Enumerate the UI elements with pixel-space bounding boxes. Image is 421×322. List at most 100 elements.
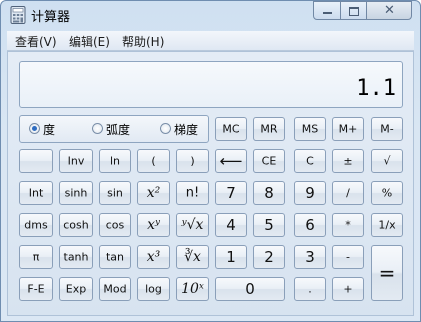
clear-entry-button[interactable]: CE — [253, 149, 285, 173]
maximize-button[interactable] — [340, 1, 367, 20]
square-button[interactable]: x² — [137, 181, 170, 205]
digit-4-button[interactable]: 4 — [215, 213, 247, 237]
key-label: x² — [146, 185, 161, 201]
radio-degrees-label: 度 — [43, 123, 56, 137]
key-label: 2 — [264, 248, 274, 266]
radio-gradians-indicator — [160, 123, 171, 134]
key-label: 10ˣ — [181, 281, 204, 297]
key-label: 1 — [226, 248, 236, 266]
left-paren-button[interactable]: ( — [137, 149, 170, 173]
exp-button[interactable]: Exp — [59, 277, 93, 301]
digit-0-button[interactable]: 0 — [215, 277, 285, 301]
key-label: % — [381, 186, 393, 200]
key-label: . — [308, 282, 312, 296]
ln-button[interactable]: ln — [99, 149, 131, 173]
key-label: Int — [28, 186, 44, 200]
digit-7-button[interactable]: 7 — [215, 181, 247, 205]
key-label: 1/x — [378, 218, 396, 232]
angle-unit-group: 度 弧度 梯度 — [19, 115, 209, 143]
key-label: ln — [109, 154, 121, 168]
mod-button[interactable]: Mod — [99, 277, 131, 301]
memory-clear-button[interactable]: MC — [215, 117, 247, 141]
key-label: 3 — [305, 248, 315, 266]
key-label: n! — [185, 185, 200, 201]
inv-button[interactable]: Inv — [59, 149, 93, 173]
key-label: M+ — [338, 122, 358, 136]
key-label: + — [343, 282, 353, 296]
cos-button[interactable]: cos — [99, 213, 131, 237]
key-label: 9 — [305, 184, 315, 202]
right-paren-button[interactable]: ) — [176, 149, 209, 173]
sinh-button[interactable]: sinh — [59, 181, 93, 205]
key-label: 7 — [226, 184, 236, 202]
y-root-button[interactable]: ʸ√x — [176, 213, 209, 237]
digit-5-button[interactable]: 5 — [253, 213, 285, 237]
calculator-app-icon — [10, 6, 26, 24]
factorial-button[interactable]: n! — [176, 181, 209, 205]
key-label: Inv — [67, 154, 85, 168]
radio-radians-label: 弧度 — [106, 123, 131, 137]
pi-button[interactable]: π — [19, 245, 53, 269]
power-button[interactable]: xʸ — [137, 213, 170, 237]
sin-button[interactable]: sin — [99, 181, 131, 205]
display: 1.1 — [19, 61, 403, 108]
key-label: MR — [260, 122, 278, 136]
key-label: x³ — [146, 249, 161, 265]
menu-help[interactable]: 帮助(H) — [122, 33, 164, 50]
digit-3-button[interactable]: 3 — [294, 245, 326, 269]
digit-8-button[interactable]: 8 — [253, 181, 285, 205]
key-label: ∛x — [184, 249, 201, 265]
digit-9-button[interactable]: 9 — [294, 181, 326, 205]
multiply-button[interactable]: * — [332, 213, 364, 237]
tanh-button[interactable]: tanh — [59, 245, 93, 269]
tan-button[interactable]: tan — [99, 245, 131, 269]
equals-button[interactable]: = — [371, 245, 403, 301]
key-label: ( — [151, 154, 156, 168]
key-label: 5 — [264, 216, 274, 234]
minimize-button[interactable] — [313, 1, 341, 20]
key-label: 8 — [264, 184, 274, 202]
memory-recall-button[interactable]: MR — [253, 117, 285, 141]
key-label: xʸ — [147, 217, 160, 233]
close-button[interactable]: ✕ — [366, 1, 412, 20]
ten-power-button[interactable]: 10ˣ — [176, 277, 209, 301]
key-label: sinh — [64, 186, 88, 200]
key-label: M- — [380, 122, 394, 136]
digit-1-button[interactable]: 1 — [215, 245, 247, 269]
backspace-icon: ⟵ — [219, 151, 243, 171]
plus-minus-button[interactable]: ± — [332, 149, 364, 173]
menu-edit[interactable]: 编辑(E) — [69, 33, 110, 50]
cube-button[interactable]: x³ — [137, 245, 170, 269]
clear-button[interactable]: C — [294, 149, 326, 173]
backspace-button[interactable]: ⟵ — [215, 149, 247, 173]
menu-view[interactable]: 查看(V) — [15, 33, 57, 50]
log-button[interactable]: log — [137, 277, 170, 301]
key-label: ) — [190, 154, 195, 168]
cube-root-button[interactable]: ∛x — [176, 245, 209, 269]
int-button[interactable]: Int — [19, 181, 53, 205]
f-e-button[interactable]: F-E — [19, 277, 53, 301]
key-label: √ — [383, 154, 391, 168]
subtract-button[interactable]: - — [332, 245, 364, 269]
memory-store-button[interactable]: MS — [294, 117, 326, 141]
decimal-button[interactable]: . — [294, 277, 326, 301]
digit-6-button[interactable]: 6 — [294, 213, 326, 237]
reciprocal-button[interactable]: 1/x — [371, 213, 403, 237]
dms-button[interactable]: dms — [19, 213, 53, 237]
add-button[interactable]: + — [332, 277, 364, 301]
key-label: 4 — [226, 216, 236, 234]
cosh-button[interactable]: cosh — [59, 213, 93, 237]
key-label: MC — [222, 122, 240, 136]
key-label: * — [345, 218, 351, 232]
percent-button[interactable]: % — [371, 181, 403, 205]
calculator-window: 计算器 ✕ 查看(V) 编辑(E) 帮助(H) 1.1 度 弧度 梯度 MC M… — [0, 0, 421, 322]
divide-button[interactable]: / — [332, 181, 364, 205]
blank-key — [19, 149, 53, 173]
radio-degrees-indicator — [29, 123, 40, 134]
close-icon: ✕ — [384, 3, 395, 18]
memory-subtract-button[interactable]: M- — [371, 117, 403, 141]
digit-2-button[interactable]: 2 — [253, 245, 285, 269]
key-label: cos — [105, 218, 125, 232]
square-root-button[interactable]: √ — [371, 149, 403, 173]
memory-add-button[interactable]: M+ — [332, 117, 364, 141]
